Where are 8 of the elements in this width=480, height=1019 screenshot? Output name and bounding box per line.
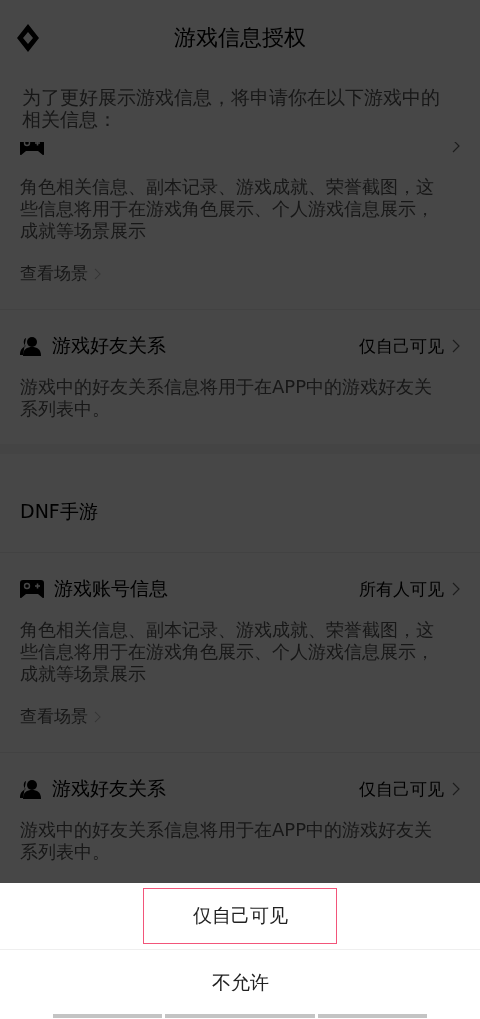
permission-title: 游戏账号信息 bbox=[54, 576, 169, 601]
game-name: DNF手游 bbox=[19, 499, 99, 524]
sheet-option[interactable]: 仅自己可见 bbox=[143, 888, 337, 944]
page-title: 游戏信息授权 bbox=[174, 24, 306, 52]
sheet-option[interactable]: 不允许 bbox=[143, 955, 337, 1011]
permission-title: 游戏好友关系 bbox=[52, 333, 167, 358]
permission-title: 游戏好友关系 bbox=[52, 776, 167, 801]
dim-overlay[interactable] bbox=[0, 0, 480, 883]
